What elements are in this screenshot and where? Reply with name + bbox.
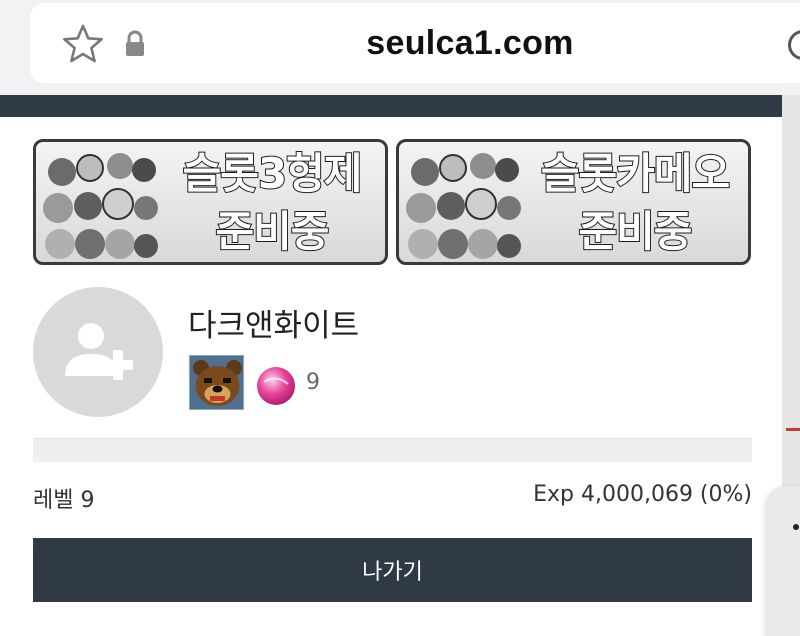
- add-user-icon: [65, 323, 133, 380]
- exit-button[interactable]: 나가기: [33, 538, 752, 602]
- banner-slot-brothers[interactable]: 슬롯3형제 준비중: [33, 139, 388, 265]
- bullet-dot: [793, 524, 799, 530]
- avatar[interactable]: [33, 287, 163, 417]
- pink-candy-icon: [257, 367, 295, 405]
- exp-progress-bar: [33, 438, 752, 462]
- bear-badge-icon: [189, 355, 244, 410]
- browser-toolbar: seulca1.com: [0, 0, 800, 95]
- url-text[interactable]: seulca1.com: [310, 24, 630, 63]
- star-icon[interactable]: [61, 22, 105, 66]
- lock-icon: [126, 30, 144, 56]
- banner-status: 준비중: [215, 206, 331, 257]
- floating-panel-edge[interactable]: [765, 486, 800, 636]
- banner-title: 슬롯카메오: [540, 148, 731, 199]
- characters-illustration-icon: [406, 153, 521, 259]
- banner-status: 준비중: [578, 206, 694, 257]
- badge-count: 9: [306, 370, 320, 395]
- site-header-strip: [0, 95, 782, 117]
- edge-marker: [786, 428, 800, 431]
- exp-value: Exp 4,000,069 (0%): [533, 482, 752, 507]
- level-label: 레벨 9: [33, 488, 95, 513]
- banner-title: 슬롯3형제: [182, 148, 364, 199]
- username: 다크앤화이트: [188, 308, 360, 344]
- banner-slot-cameo[interactable]: 슬롯카메오 준비중: [396, 139, 751, 265]
- characters-illustration-icon: [43, 153, 158, 259]
